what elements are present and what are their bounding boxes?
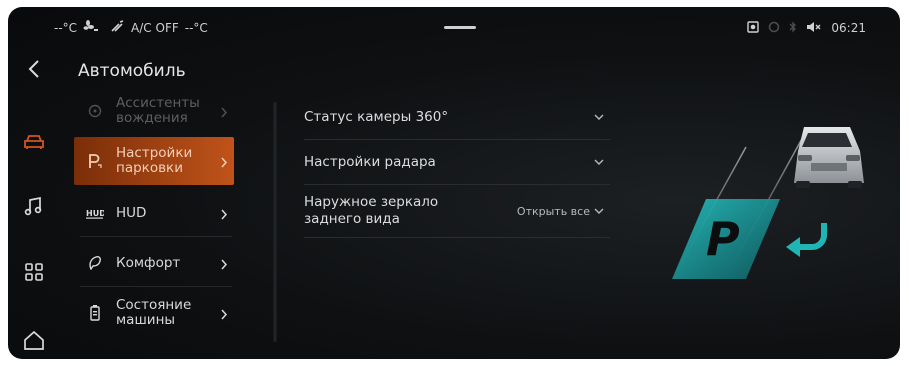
setting-value[interactable]: Открыть все <box>517 205 604 218</box>
setting-camera-360[interactable]: Статус камеры 360° <box>304 95 610 139</box>
menu-item-driving-assistants[interactable]: Ассистенты вождения <box>74 87 234 135</box>
bluetooth-icon <box>789 20 797 36</box>
parking-illustration: P <box>628 107 900 307</box>
car-icon[interactable] <box>21 129 47 155</box>
left-rail <box>8 47 60 359</box>
setting-label: Наружное зеркало заднего вида <box>304 194 439 227</box>
screen: --°C A/C OFF --°C 06:21 Автомобиль Ассис… <box>8 7 900 359</box>
setting-radar[interactable]: Настройки радара <box>304 140 610 184</box>
hud-icon: HUD <box>84 207 106 219</box>
drag-handle[interactable] <box>444 26 476 29</box>
camera-icon <box>747 20 760 36</box>
scroll-divider <box>273 102 277 342</box>
comfort-icon <box>84 256 106 270</box>
clock: 06:21 <box>831 21 866 35</box>
status-icons: 06:21 <box>747 20 866 36</box>
temp-left: --°C <box>54 20 78 35</box>
page-title: Автомобиль <box>78 61 186 81</box>
chevron-right-icon <box>221 255 228 274</box>
setting-label: Настройки радара <box>304 153 436 170</box>
car-image <box>794 127 864 188</box>
chevron-right-icon <box>221 205 228 224</box>
ac-icon <box>111 20 125 35</box>
back-icon[interactable] <box>21 56 47 82</box>
menu-item-parking-settings[interactable]: Настройки парковки <box>74 137 234 185</box>
chevron-down-icon <box>594 205 604 218</box>
chevron-right-icon <box>221 103 228 122</box>
chevron-right-icon <box>221 153 228 172</box>
menu-item-label: HUD <box>116 204 147 221</box>
menu-item-label: Ассистенты вождения <box>116 95 200 126</box>
setting-value[interactable] <box>590 111 604 124</box>
steering-icon <box>84 104 106 118</box>
menu-item-label: Комфорт <box>116 254 181 271</box>
chevron-down-icon <box>594 111 604 124</box>
temp-right: --°C <box>184 20 208 35</box>
fan-icon <box>83 20 99 35</box>
menu-item-hud[interactable]: HUD HUD <box>74 189 234 237</box>
parking-letter: P <box>706 212 740 266</box>
mute-icon <box>806 21 822 36</box>
setting-value[interactable] <box>590 156 604 169</box>
ac-status: A/C OFF <box>131 20 179 35</box>
menu-item-label: Состояние машины <box>116 297 192 328</box>
climate-status[interactable]: --°C A/C OFF --°C <box>54 20 208 35</box>
menu-item-vehicle-status[interactable]: Состояние машины <box>74 289 234 337</box>
reverse-arrow <box>796 223 827 250</box>
chevron-down-icon <box>594 156 604 169</box>
battery-icon <box>84 305 106 321</box>
status-bar: --°C A/C OFF --°C 06:21 <box>8 7 900 47</box>
home-icon[interactable] <box>21 327 47 353</box>
menu-item-comfort[interactable]: Комфорт <box>74 239 234 287</box>
apps-icon[interactable] <box>21 259 47 285</box>
setting-label: Статус камеры 360° <box>304 108 449 125</box>
music-icon[interactable] <box>21 193 47 219</box>
parking-icon <box>84 153 106 169</box>
chevron-right-icon <box>221 305 228 324</box>
setting-side-mirror[interactable]: Наружное зеркало заднего вида Открыть вс… <box>304 185 610 237</box>
loading-icon <box>768 21 780 36</box>
svg-text:HUD: HUD <box>86 209 104 218</box>
menu-item-label: Настройки парковки <box>116 145 193 176</box>
divider <box>304 237 610 238</box>
